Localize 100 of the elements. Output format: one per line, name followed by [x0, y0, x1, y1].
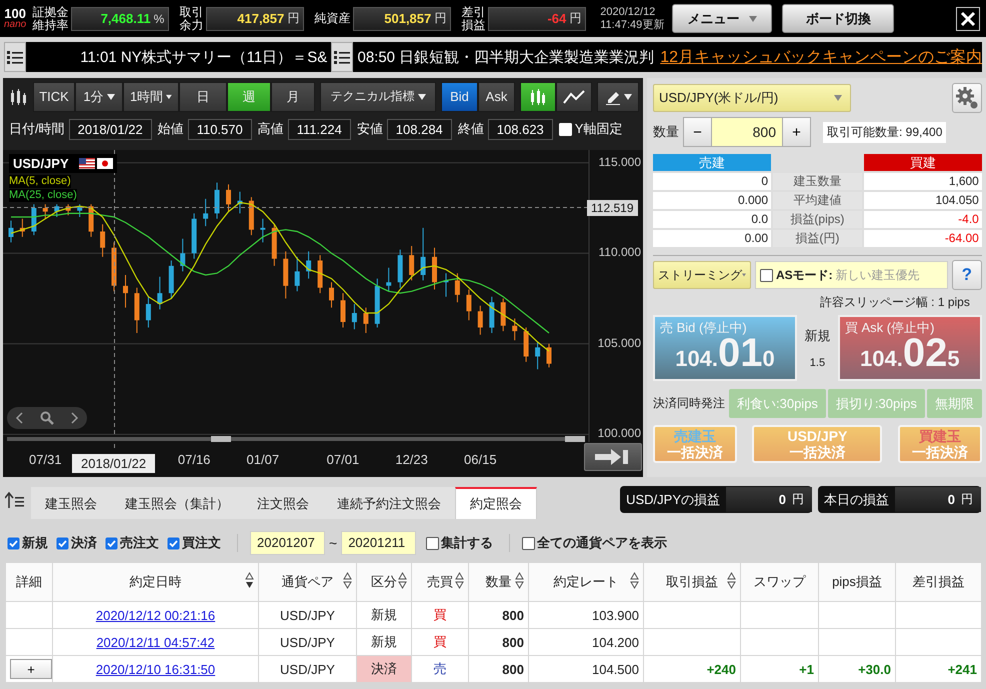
- y-tick-label: 115.000: [598, 154, 641, 169]
- flag-icon: [96, 158, 113, 169]
- pnl-value: 0: [948, 492, 955, 507]
- table-cell: 0.000: [653, 192, 771, 209]
- unit-label: 円: [434, 10, 446, 27]
- date-separator: ~: [329, 535, 338, 551]
- sort-icon[interactable]: [727, 572, 736, 589]
- jump-to-latest-button[interactable]: [584, 443, 642, 471]
- checkbox[interactable]: [56, 536, 69, 550]
- candlestick: [363, 308, 368, 333]
- tab[interactable]: 建玉照会（集計）: [111, 487, 243, 519]
- sort-icon[interactable]: [343, 572, 352, 589]
- help-button[interactable]: ?: [952, 260, 982, 290]
- chart-type-button[interactable]: [556, 82, 592, 112]
- buy-quote-button[interactable]: 買 Ask (停止中) 104.025: [838, 315, 982, 381]
- chevron-left-icon[interactable]: [15, 412, 24, 424]
- table-cell: 決済: [356, 656, 412, 682]
- sort-icon[interactable]: [245, 572, 254, 589]
- settings-button[interactable]: [952, 83, 982, 113]
- pnl-label: USD/JPYの損益: [626, 490, 720, 508]
- close-icon[interactable]: [956, 6, 980, 30]
- candlestick: [168, 260, 174, 298]
- price-type-tab[interactable]: Ask: [478, 82, 515, 112]
- table-cell: USD/JPY: [258, 602, 356, 628]
- currency-pair-select[interactable]: USD/JPY(米ドル/円): [653, 84, 851, 112]
- chart-type-button[interactable]: [520, 82, 556, 112]
- drawing-tool-button[interactable]: [597, 82, 639, 112]
- chevron-right-icon[interactable]: [70, 412, 79, 424]
- table-cell: 売: [412, 656, 468, 682]
- column-header: pips損益: [832, 574, 882, 589]
- candlestick: [8, 220, 14, 242]
- candlestick: [100, 224, 106, 257]
- order-mode-select[interactable]: ストリーミング: [653, 261, 751, 289]
- news-headline[interactable]: 11:01 NY株式サマリー（11日）＝S&: [26, 42, 332, 72]
- checkbox[interactable]: [426, 536, 440, 550]
- available-quantity: 取引可能数量: 99,400: [823, 122, 946, 142]
- as-mode-field[interactable]: ASモード: 新しい建玉優先: [755, 261, 948, 289]
- caret-icon: [742, 272, 746, 278]
- quantity-field[interactable]: 800: [712, 117, 782, 147]
- table-cell: -64.00: [864, 230, 982, 247]
- table-cell: 新規: [356, 602, 412, 628]
- checkbox-label: 決済: [71, 534, 97, 552]
- date-from-field[interactable]: 20201207: [250, 531, 325, 555]
- ohlc-label: 日付/時間: [9, 120, 65, 138]
- tab[interactable]: 約定照会: [455, 487, 537, 519]
- news-headline[interactable]: 08:50 日銀短観・四半期大企業製造業業況判: [353, 42, 658, 72]
- campaign-link[interactable]: 12月キャッシュバックキャンペーンのご案内: [660, 46, 982, 68]
- period-tab[interactable]: 1時間: [123, 82, 179, 112]
- flag-icon: [78, 158, 95, 169]
- decrease-button[interactable]: −: [683, 117, 712, 147]
- checkbox[interactable]: [167, 536, 180, 550]
- x-axis-label: 06/15: [464, 452, 497, 467]
- tab[interactable]: 注文照会: [243, 487, 323, 519]
- tab[interactable]: 連続予約注文照会: [323, 487, 455, 519]
- candlestick: [123, 275, 128, 308]
- candlestick: [340, 293, 346, 328]
- logo-text: nano: [4, 18, 26, 30]
- checkbox[interactable]: [7, 536, 20, 550]
- sort-icon[interactable]: [630, 572, 639, 589]
- increase-button[interactable]: +: [782, 117, 811, 147]
- checkbox[interactable]: [760, 268, 773, 282]
- candlestick: [214, 182, 220, 219]
- detail-button[interactable]: +: [10, 659, 52, 679]
- news-list-button[interactable]: [331, 42, 354, 72]
- list-icon: [6, 48, 24, 66]
- table-cell: 104.500: [528, 656, 644, 682]
- period-tab[interactable]: 1分: [75, 82, 123, 112]
- stat-label: 純資産: [314, 12, 350, 25]
- settings-icon: [956, 87, 978, 109]
- date-to-field[interactable]: 20201211: [341, 531, 416, 555]
- caret-icon: [749, 16, 758, 22]
- search-icon[interactable]: [40, 411, 54, 425]
- sort-icon[interactable]: [515, 572, 524, 589]
- price-type-tab[interactable]: Bid: [441, 82, 478, 112]
- caret-icon: [418, 94, 426, 100]
- sort-icon[interactable]: [398, 572, 407, 589]
- period-tab[interactable]: TICK: [33, 82, 75, 112]
- period-tab[interactable]: 月: [271, 82, 315, 112]
- candlestick: [329, 282, 334, 308]
- checkbox[interactable]: [522, 536, 536, 550]
- period-tab[interactable]: 日: [179, 82, 227, 112]
- spread-label: 新規: [804, 327, 830, 345]
- menu-button[interactable]: メニュー: [672, 4, 772, 33]
- scroll-bar[interactable]: [7, 436, 585, 442]
- indicator-dropdown[interactable]: テクニカル指標: [320, 82, 436, 112]
- news-list-button[interactable]: [4, 42, 26, 72]
- collapse-icon[interactable]: [5, 491, 25, 509]
- board-switch-button[interactable]: ボード切換: [782, 4, 894, 33]
- row-label: 建玉数量: [773, 173, 862, 190]
- ohlc-label: 安値: [356, 120, 383, 138]
- candlestick: [272, 224, 277, 266]
- candlestick: [398, 250, 403, 288]
- table-cell: 0.00: [653, 230, 771, 247]
- candlestick: [294, 256, 300, 292]
- candlestick: [454, 273, 460, 302]
- sort-icon[interactable]: [455, 572, 464, 589]
- column-header: 約定日時: [130, 574, 182, 589]
- candlestick: [444, 273, 448, 297]
- checkbox[interactable]: [105, 536, 118, 550]
- tab[interactable]: 建玉照会: [31, 487, 111, 519]
